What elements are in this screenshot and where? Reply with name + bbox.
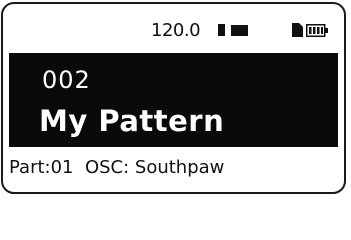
battery-icon: [306, 24, 328, 37]
file-icon: [292, 23, 303, 37]
transport-block-icon: [231, 25, 248, 36]
part-osc-info: Part:01 OSC: Southpaw: [9, 157, 225, 178]
tempo-marker-icon: [218, 24, 225, 36]
status-bar: 120.0: [3, 4, 344, 52]
pattern-name: My Pattern: [39, 104, 225, 138]
pattern-number: 002: [42, 66, 91, 94]
pattern-panel[interactable]: 002 My Pattern: [9, 53, 338, 147]
tempo-value: 120.0: [151, 20, 201, 41]
lcd-display: 120.0 002 My Pattern Part:01 OSC: Southp…: [1, 2, 346, 194]
